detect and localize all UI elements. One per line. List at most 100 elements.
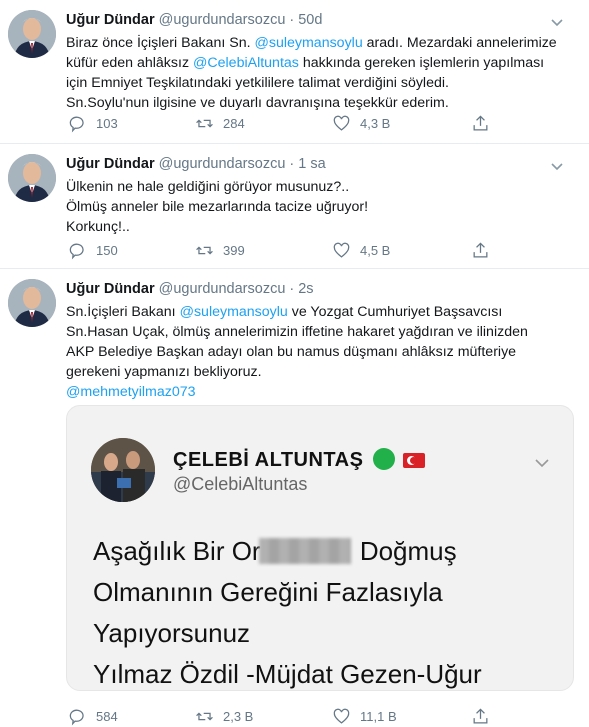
heart-icon (333, 242, 350, 258)
tweet[interactable]: Uğur Dündar @ugurdundarsozcu · 2s Sn.İçişle… (0, 269, 589, 727)
tweet-actions: 150 399 4,5 B (66, 240, 579, 260)
retweet-icon (196, 245, 213, 255)
author-name[interactable]: Uğur Dündar (66, 12, 155, 28)
quoted-tweet-text: Aşağılık Bir Or Doğmuş Olmanının Gereğin… (93, 531, 482, 690)
tweet-text: Biraz önce İçişleri Bakanı Sn. @suleyman… (66, 33, 573, 113)
turkey-flag-icon (403, 453, 426, 468)
quoted-line: Aşağılık Bir Or Doğmuş (93, 531, 482, 572)
like-count: 4,5 B (360, 242, 391, 258)
tweet[interactable]: Uğur Dündar @ugurdundarsozcu · 50d Biraz ön… (0, 0, 589, 144)
share-icon (473, 241, 488, 257)
chevron-down-icon (533, 454, 551, 472)
dot-separator: · (289, 12, 295, 28)
tweet-text-line: Sn.Hasan Uçak, ölmüş annelerimizin iffet… (66, 322, 573, 342)
embedded-image[interactable]: ÇELEBİ ALTUNTAŞ @CelebiAltuntas Aşağılık… (66, 405, 574, 691)
avatar[interactable] (8, 154, 56, 202)
text-segment: Sn.Soylu'nun ilgisine ve duyarlı davranı… (66, 95, 449, 111)
text-segment: Sn.Hasan Uçak, ölmüş annelerimizin iffet… (66, 324, 528, 340)
retweet-count: 399 (223, 242, 245, 258)
text-segment: Ölmüş anneler bile mezarlarında tacize u… (66, 199, 369, 215)
tweet[interactable]: Uğur Dündar @ugurdundarsozcu · 1 sa Ülkenin… (0, 144, 589, 269)
tweet-header: Uğur Dündar @ugurdundarsozcu · 50d (66, 12, 579, 32)
heart-icon (333, 708, 350, 724)
dot-separator: · (289, 156, 295, 172)
share-icon (473, 114, 488, 130)
like-count: 11,1 B (360, 708, 397, 724)
tweet-time[interactable]: 50d (298, 12, 322, 28)
tweet-actions: 584 2,3 B 11,1 B (66, 706, 579, 726)
share-button[interactable] (471, 706, 490, 726)
author-name[interactable]: Uğur Dündar (66, 156, 155, 172)
reply-button[interactable]: 103 (68, 113, 118, 133)
author-handle[interactable]: @ugurdundarsozcu (159, 156, 286, 172)
chevron-down-icon[interactable] (549, 14, 565, 30)
quoted-text-fragment: Aşağılık Bir Or (93, 536, 261, 566)
text-segment: aradı. Mezardaki annelerimize (362, 35, 557, 51)
avatar[interactable] (8, 279, 56, 327)
reply-count: 150 (96, 242, 118, 258)
reply-icon (69, 243, 84, 259)
tweet-text-line: için Emniyet Teşkilatındaki yetkililere … (66, 73, 573, 93)
quoted-line: Yılmaz Özdil -Müjdat Gezen-Uğur (93, 659, 482, 689)
like-count: 4,3 B (360, 115, 391, 131)
retweet-button[interactable]: 2,3 B (195, 706, 253, 726)
share-button[interactable] (471, 240, 490, 260)
reply-button[interactable]: 584 (68, 706, 118, 726)
like-button[interactable]: 4,5 B (332, 240, 390, 260)
share-icon (473, 707, 488, 723)
quoted-author-handle: @CelebiAltuntas (173, 474, 308, 494)
author-name[interactable]: Uğur Dündar (66, 281, 155, 297)
retweet-count: 2,3 B (223, 708, 254, 724)
heart-icon (333, 115, 350, 131)
mention-link[interactable]: @suleymansoylu (254, 35, 362, 51)
share-button[interactable] (471, 113, 490, 133)
text-segment: gerekeni yapmanızı bekliyoruz. (66, 364, 262, 380)
avatar[interactable] (8, 10, 56, 58)
author-handle[interactable]: @ugurdundarsozcu (159, 281, 286, 297)
tweet-text: Sn.İçişleri Bakanı @suleymansoylu ve Yoz… (66, 302, 573, 402)
text-segment: AKP Belediye Başkan adayı olan bu namus … (66, 344, 517, 360)
quoted-avatar (91, 438, 155, 502)
tweet-text-line: Ülkenin ne hale geldiğini görüyor musunu… (66, 177, 573, 197)
reply-count: 103 (96, 115, 118, 131)
reply-button[interactable]: 150 (68, 240, 118, 260)
text-segment: Sn.İçişleri Bakanı (66, 304, 180, 320)
text-segment: hakkında gereken işlemlerin yapılması (298, 55, 545, 71)
tweet-actions: 103 284 4,3 B (66, 113, 579, 133)
tweet-text: Ülkenin ne hale geldiğini görüyor musunu… (66, 177, 573, 237)
tweet-text-line: Ölmüş anneler bile mezarlarında tacize u… (66, 197, 573, 217)
retweet-count: 284 (223, 115, 245, 131)
mention-link[interactable]: @mehmetyilmaz073 (66, 384, 196, 400)
mention-link[interactable]: @CelebiAltuntas (193, 55, 299, 71)
tweet-text-line: Biraz önce İçişleri Bakanı Sn. @suleyman… (66, 33, 573, 53)
reply-count: 584 (96, 708, 118, 724)
retweet-icon (196, 711, 213, 721)
quoted-tweet-screenshot: ÇELEBİ ALTUNTAŞ @CelebiAltuntas Aşağılık… (67, 406, 573, 690)
quoted-author-name: ÇELEBİ ALTUNTAŞ (173, 448, 426, 472)
tweet-text-line: gerekeni yapmanızı bekliyoruz. (66, 362, 573, 382)
dot-separator: · (289, 281, 295, 297)
mention-link[interactable]: @suleymansoylu (180, 304, 288, 320)
tweet-header: Uğur Dündar @ugurdundarsozcu · 1 sa (66, 156, 579, 176)
tweet-text-line: küfür eden ahlâksız @CelebiAltuntas hakk… (66, 53, 573, 73)
tweet-text-line: Sn.İçişleri Bakanı @suleymansoylu ve Yoz… (66, 302, 573, 322)
reply-icon (69, 116, 84, 132)
retweet-button[interactable]: 284 (195, 113, 245, 133)
chevron-down-icon[interactable] (549, 158, 565, 174)
like-button[interactable]: 11,1 B (332, 706, 397, 726)
tweet-text-line: Sn.Soylu'nun ilgisine ve duyarlı davranı… (66, 93, 573, 113)
text-segment: Biraz önce İçişleri Bakanı Sn. (66, 35, 255, 51)
quoted-line: Yapıyorsunuz (93, 618, 251, 648)
tweet-text-line: AKP Belediye Başkan adayı olan bu namus … (66, 342, 573, 362)
author-handle[interactable]: @ugurdundarsozcu (159, 12, 286, 28)
text-segment: küfür eden ahlâksız (66, 55, 193, 71)
text-segment: Korkunç!.. (66, 219, 130, 235)
tweet-time[interactable]: 2s (298, 281, 313, 297)
retweet-button[interactable]: 399 (195, 240, 245, 260)
like-button[interactable]: 4,3 B (332, 113, 390, 133)
tweet-header: Uğur Dündar @ugurdundarsozcu · 2s (66, 281, 579, 301)
tweet-time[interactable]: 1 sa (298, 156, 325, 172)
text-segment: ve Yozgat Cumhuriyet Başsavcısı (287, 304, 503, 320)
quoted-line: Olmanının Gereğini Fazlasıyla (93, 577, 443, 607)
green-circle-icon (373, 448, 396, 470)
